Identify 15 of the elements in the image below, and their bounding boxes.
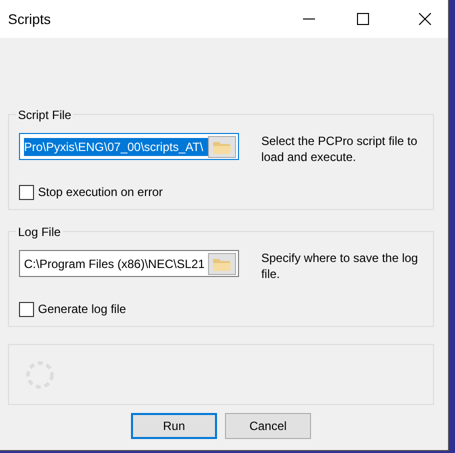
checkbox-label: Generate log file [38,301,126,318]
cancel-button[interactable]: Cancel [225,413,311,439]
maximize-icon [357,13,369,25]
close-icon [419,13,431,25]
path-field[interactable]: Pro\Pyxis\ENG\07_00\scripts_AT\ [19,133,240,160]
description-text: Select the PCPro script file to load and execute. [261,133,418,165]
checkbox[interactable] [19,184,34,200]
path-field[interactable]: C:\Program Files (x86)\NEC\SL21 [19,250,240,277]
window-title: Scripts [8,10,52,29]
browse-button[interactable] [208,252,236,274]
browse-button[interactable] [208,136,236,158]
checkbox[interactable] [19,302,34,316]
run-button[interactable]: Run [131,413,217,439]
checkbox-label: Stop execution on error [38,184,163,201]
description-text: Specify where to save the log file. [261,250,419,282]
